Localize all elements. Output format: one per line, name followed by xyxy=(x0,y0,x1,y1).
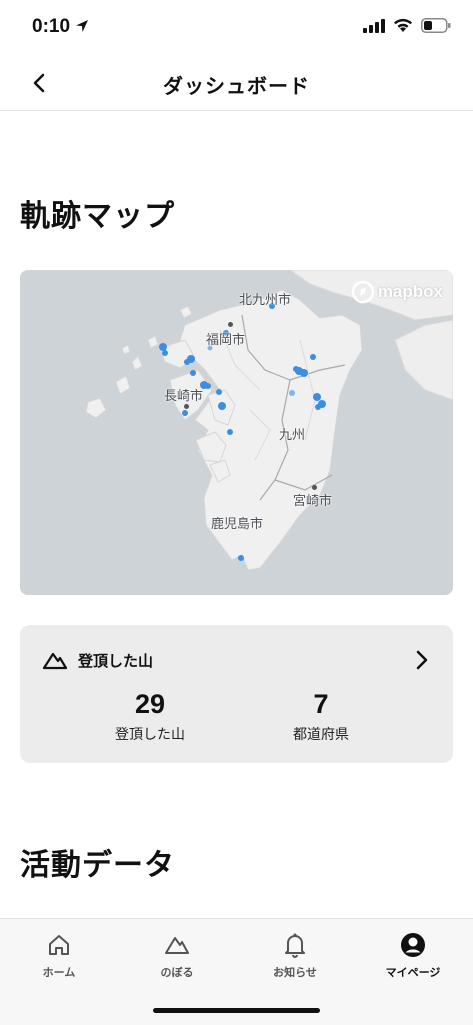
stat-prefectures-value: 7 xyxy=(313,689,329,719)
activity-data-heading: 活動データ xyxy=(20,848,175,883)
mapbox-attribution[interactable]: mapbox xyxy=(351,280,443,304)
tab-climb-label: のぼる xyxy=(160,966,194,979)
map-label-fukuoka: 福岡市 xyxy=(206,333,246,348)
map-label-kagoshima: 鹿児島市 xyxy=(211,517,264,532)
battery-icon xyxy=(421,18,451,33)
mapbox-text: mapbox xyxy=(377,282,443,301)
map-canvas xyxy=(20,270,453,595)
map-city-dot xyxy=(228,322,233,327)
home-icon xyxy=(49,935,69,955)
mountain-icon xyxy=(42,652,68,669)
card-header: 登頂した山 xyxy=(42,650,153,671)
tab-mypage-label: マイページ xyxy=(385,966,441,979)
tab-notifications-label: お知らせ xyxy=(273,966,317,979)
wifi-icon xyxy=(394,18,412,32)
map-city-dot xyxy=(184,404,189,409)
status-time: 0:10 xyxy=(32,16,71,37)
map-label-kitakyushu: 北九州市 xyxy=(239,293,292,308)
status-bar: 0:10 xyxy=(0,0,473,58)
stat-prefectures: 7 都道府県 xyxy=(251,688,391,744)
location-arrow-icon xyxy=(76,20,88,32)
map-label-miyazaki: 宮崎市 xyxy=(293,494,333,509)
summit-summary-card[interactable]: 登頂した山 29 登頂した山 7 都道府県 xyxy=(20,625,453,763)
tab-mypage[interactable]: マイページ xyxy=(354,931,472,980)
tab-home[interactable]: ホーム xyxy=(0,931,118,980)
stat-prefectures-label: 都道府県 xyxy=(293,727,349,743)
chevron-right-icon[interactable] xyxy=(415,649,429,671)
home-indicator xyxy=(153,1008,320,1013)
stat-summits-value: 29 xyxy=(134,689,166,719)
map-label-nagasaki: 長崎市 xyxy=(164,389,204,404)
tab-climb[interactable]: のぼる xyxy=(118,931,236,980)
nav-bar: ダッシュボード xyxy=(0,58,473,111)
page-title: ダッシュボード xyxy=(163,74,310,98)
stat-summits-label: 登頂した山 xyxy=(115,727,185,743)
user-circle-icon xyxy=(401,933,425,957)
track-map[interactable]: mapbox 北九州市 福岡市 長崎市 九州 宮崎市 鹿児島市 xyxy=(20,270,453,595)
stat-summits: 29 登頂した山 xyxy=(80,688,220,744)
track-map-heading: 軌跡マップ xyxy=(20,199,175,234)
status-icons xyxy=(363,18,451,33)
mountain-icon xyxy=(165,937,189,954)
map-label-kyushu: 九州 xyxy=(279,428,306,443)
tab-home-label: ホーム xyxy=(42,966,76,979)
signal-icon xyxy=(363,18,385,33)
card-title: 登頂した山 xyxy=(78,652,154,670)
bell-icon xyxy=(285,933,305,958)
mapbox-logo-icon xyxy=(351,280,375,304)
tab-notifications[interactable]: お知らせ xyxy=(236,931,354,980)
